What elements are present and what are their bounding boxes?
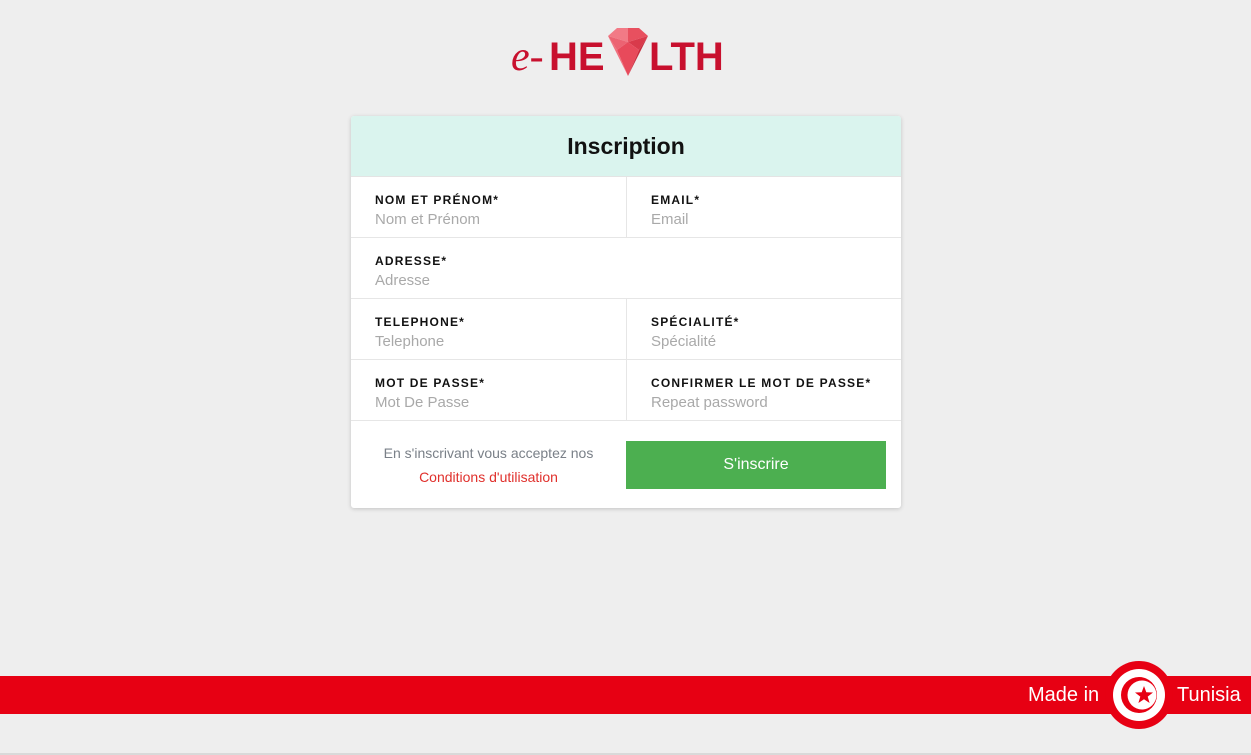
adresse-input[interactable] bbox=[375, 272, 877, 289]
form-footer: En s'inscrivant vous acceptez nos Condit… bbox=[351, 421, 901, 508]
terms-notice: En s'inscrivant vous acceptez nos Condit… bbox=[351, 441, 626, 489]
made-in-text: Made in bbox=[1028, 684, 1100, 706]
country-text: Tunisia bbox=[1177, 684, 1241, 706]
confirm-password-label: CONFIRMER LE MOT DE PASSE* bbox=[651, 376, 872, 390]
nom-label: NOM ET PRÉNOM* bbox=[375, 193, 500, 207]
form-row-name-email: NOM ET PRÉNOM* EMAIL* bbox=[351, 177, 901, 238]
password-label: MOT DE PASSE* bbox=[375, 376, 486, 390]
adresse-field-group: ADRESSE* bbox=[351, 238, 901, 298]
form-row-phone-specialty: TELEPHONE* SPÉCIALITÉ* bbox=[351, 299, 901, 360]
confirm-password-field-group: CONFIRMER LE MOT DE PASSE* bbox=[626, 360, 901, 420]
specialite-field-group: SPÉCIALITÉ* bbox=[626, 299, 901, 359]
adresse-label: ADRESSE* bbox=[375, 254, 448, 268]
confirm-password-input[interactable] bbox=[651, 394, 877, 411]
signup-button[interactable]: S'inscrire bbox=[626, 440, 886, 489]
logo-letters-right: LTH bbox=[649, 35, 724, 79]
form-row-passwords: MOT DE PASSE* CONFIRMER LE MOT DE PASSE* bbox=[351, 360, 901, 421]
card-header: Inscription bbox=[351, 116, 901, 177]
email-input[interactable] bbox=[651, 211, 877, 228]
email-field-group: EMAIL* bbox=[626, 177, 901, 237]
password-input[interactable] bbox=[375, 394, 602, 411]
nom-input[interactable] bbox=[375, 211, 602, 228]
terms-link[interactable]: Conditions d'utilisation bbox=[351, 465, 626, 489]
site-logo[interactable]: e- HE LTH bbox=[0, 20, 1251, 80]
registration-card: Inscription NOM ET PRÉNOM* EMAIL* ADRESS… bbox=[351, 116, 901, 508]
tunisia-flag-icon bbox=[1105, 661, 1173, 729]
form-row-address: ADRESSE* bbox=[351, 238, 901, 299]
email-label: EMAIL* bbox=[651, 193, 701, 207]
telephone-label: TELEPHONE* bbox=[375, 315, 466, 329]
password-field-group: MOT DE PASSE* bbox=[351, 360, 626, 420]
logo-prefix: e- bbox=[511, 34, 544, 80]
telephone-field-group: TELEPHONE* bbox=[351, 299, 626, 359]
nom-field-group: NOM ET PRÉNOM* bbox=[351, 177, 626, 237]
terms-text: En s'inscrivant vous acceptez nos bbox=[383, 444, 594, 461]
specialite-input[interactable] bbox=[651, 333, 877, 350]
telephone-input[interactable] bbox=[375, 333, 602, 350]
heart-gem-icon bbox=[607, 28, 648, 76]
ehealth-logo: e- HE LTH bbox=[511, 28, 724, 80]
form-title: Inscription bbox=[567, 132, 685, 159]
specialite-label: SPÉCIALITÉ* bbox=[651, 315, 740, 329]
logo-letters-left: HE bbox=[549, 35, 605, 79]
